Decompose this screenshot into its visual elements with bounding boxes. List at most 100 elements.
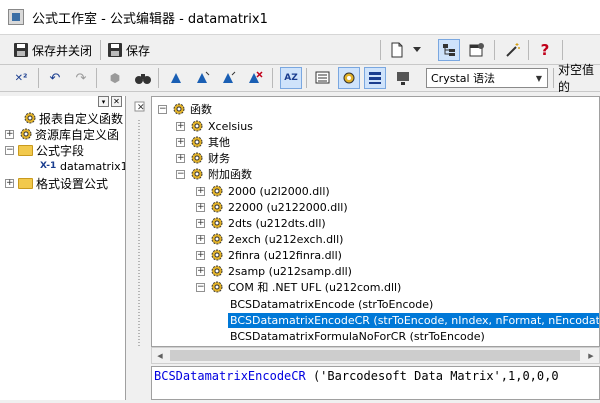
expand-icon[interactable]: +: [196, 218, 205, 228]
app-icon: [8, 9, 24, 25]
tree-item-report-custom-functions[interactable]: 报表自定义函数: [22, 110, 123, 126]
tree-item-datamatrix1[interactable]: X-1 datamatrix1: [40, 158, 126, 174]
tree-item-xcelsius[interactable]: + Xcelsius: [176, 118, 255, 134]
expand-icon[interactable]: +: [176, 153, 185, 163]
function-gear-icon: [209, 248, 224, 263]
scroll-right-icon[interactable]: ▶: [583, 348, 599, 363]
save-button[interactable]: 保存: [104, 39, 154, 61]
panel-header: ▾ ✕: [0, 96, 125, 110]
title-bar: 公式工作室 - 公式编辑器 - datamatrix1: [0, 0, 600, 34]
collapse-icon[interactable]: −: [196, 282, 205, 292]
function-tree-icon: [343, 72, 355, 84]
field-tree-icon: [315, 71, 330, 84]
expand-icon[interactable]: +: [196, 234, 205, 244]
collapse-icon[interactable]: −: [5, 145, 14, 155]
expand-icon[interactable]: +: [196, 250, 205, 260]
display-settings-button[interactable]: [392, 67, 414, 89]
expand-icon[interactable]: +: [196, 202, 205, 212]
magic-wand-icon: [506, 43, 520, 57]
tree-item-2dts[interactable]: + 2dts (u212dts.dll): [196, 215, 328, 231]
function-tree-button[interactable]: [338, 67, 360, 89]
tree-item-bcs-datamatrix-formula-noforcr[interactable]: BCSDatamatrixFormulaNoForCR (strToEncode…: [228, 328, 487, 344]
window-title: 公式工作室 - 公式编辑器 - datamatrix1: [32, 11, 268, 27]
expert-button[interactable]: [502, 39, 524, 61]
tree-item-2samp[interactable]: + 2samp (u212samp.dll): [196, 263, 354, 279]
binoculars-icon: [135, 74, 151, 84]
tree-item-label: 2exch (u212exch.dll): [228, 232, 344, 246]
collapse-icon[interactable]: −: [158, 104, 167, 114]
expand-icon[interactable]: +: [5, 178, 14, 188]
syntax-select[interactable]: Crystal 语法 ▼: [426, 68, 548, 88]
tree-item-2exch[interactable]: + 2exch (u212exch.dll): [196, 231, 345, 247]
tree-item-bcs-datamatrix-encode[interactable]: BCSDatamatrixEncode (strToEncode): [228, 296, 435, 312]
tree-item-label: datamatrix1: [60, 159, 126, 173]
bookmark-toggle-button[interactable]: [166, 67, 188, 89]
tree-item-com-net-ufl[interactable]: − COM 和 .NET UFL (u212com.dll): [196, 279, 403, 295]
clear-bookmarks-button[interactable]: [244, 67, 266, 89]
bookmark-icon: [171, 73, 181, 83]
formula-function-name: BCSDatamatrixEncodeCR: [154, 369, 306, 383]
operator-tree-button[interactable]: [364, 67, 386, 89]
tree-item-label: 公式字段: [36, 143, 85, 158]
next-bookmark-button[interactable]: [192, 67, 214, 89]
formula-editor[interactable]: BCSDatamatrixEncodeCR ('Barcodesoft Data…: [151, 366, 600, 400]
browse-data-button[interactable]: ⬢: [104, 67, 126, 89]
function-gear-icon: [209, 264, 224, 279]
save-and-close-button[interactable]: 保存并关闭: [10, 39, 96, 61]
function-gear-icon: [209, 232, 224, 247]
function-gear-icon: [189, 119, 204, 134]
tree-item-financial[interactable]: + 财务: [176, 150, 232, 166]
clear-bookmarks-icon: [249, 71, 263, 83]
tree-item-label: 资源库自定义函: [35, 127, 120, 142]
expand-icon[interactable]: +: [176, 137, 185, 147]
tree-item-functions[interactable]: − 函数: [158, 101, 214, 117]
display-settings-icon: [397, 72, 409, 85]
formula-toolbar: ✕² ↶ ↷ ⬢ AZ Crystal 语法 ▼ 对空值的: [0, 63, 600, 94]
expand-icon[interactable]: +: [196, 186, 205, 196]
help-button[interactable]: ?: [534, 39, 556, 61]
expand-icon[interactable]: +: [176, 121, 185, 131]
tree-item-2finra[interactable]: + 2finra (u212finra.dll): [196, 247, 344, 263]
sort-tree-button[interactable]: AZ: [280, 67, 302, 89]
find-button[interactable]: [132, 67, 154, 89]
tree-item-2000[interactable]: + 2000 (u2l2000.dll): [196, 183, 332, 199]
chevron-down-icon: ▼: [535, 73, 543, 83]
collapse-icon[interactable]: −: [176, 169, 185, 179]
tree-item-bcs-datamatrix-encode-cr[interactable]: BCSDatamatrixEncodeCR (strToEncode, nInd…: [228, 312, 599, 328]
tree-item-label: 2samp (u212samp.dll): [228, 264, 352, 278]
function-gear-icon: [209, 200, 224, 215]
editor-panel: ✕ − 函数 + Xcelsius + 其他 + 财务 − 附加函数 + 200…: [131, 96, 600, 400]
tree-item-label: BCSDatamatrixEncode (strToEncode): [230, 297, 434, 311]
field-tree-button[interactable]: [312, 67, 334, 89]
new-dropdown-button[interactable]: [410, 39, 424, 61]
tree-item-other[interactable]: + 其他: [176, 134, 232, 150]
function-gear-icon: [22, 111, 37, 126]
svg-text:✕: ✕: [137, 103, 145, 113]
check-formula-button[interactable]: ✕²: [10, 67, 32, 89]
redo-button[interactable]: ↷: [70, 67, 92, 89]
tree-item-22000[interactable]: + 22000 (u2122000.dll): [196, 199, 350, 215]
scrollbar-thumb[interactable]: [170, 350, 580, 361]
expand-icon[interactable]: +: [196, 266, 205, 276]
tree-item-label: COM 和 .NET UFL (u212com.dll): [228, 281, 402, 294]
tree-item-formatting-formulas[interactable]: + 格式设置公式: [5, 175, 108, 191]
expand-icon[interactable]: +: [5, 129, 14, 139]
previous-bookmark-button[interactable]: [218, 67, 240, 89]
function-gear-icon: [189, 151, 204, 166]
panel-close-button[interactable]: ✕: [111, 96, 122, 107]
horizontal-scrollbar[interactable]: ◀ ▶: [151, 347, 600, 364]
properties-button[interactable]: [466, 39, 488, 61]
null-handling-select[interactable]: 对空值的: [553, 63, 600, 94]
function-gear-icon: [171, 102, 186, 117]
new-formula-button[interactable]: [386, 39, 408, 61]
toggle-tree-button[interactable]: [438, 39, 460, 61]
panel-menu-button[interactable]: ▾: [98, 96, 109, 107]
floppy-icon: [108, 43, 122, 57]
next-bookmark-icon: [197, 71, 210, 83]
scroll-left-icon[interactable]: ◀: [152, 348, 168, 363]
tree-item-label: BCSDatamatrixEncodeCR (strToEncode, nInd…: [228, 312, 599, 328]
undo-button[interactable]: ↶: [44, 67, 66, 89]
tree-item-additional-functions[interactable]: − 附加函数: [176, 166, 254, 182]
tree-item-formula-fields[interactable]: − 公式字段: [5, 142, 84, 158]
tree-item-repository-custom-functions[interactable]: + 资源库自定义函: [5, 126, 119, 142]
